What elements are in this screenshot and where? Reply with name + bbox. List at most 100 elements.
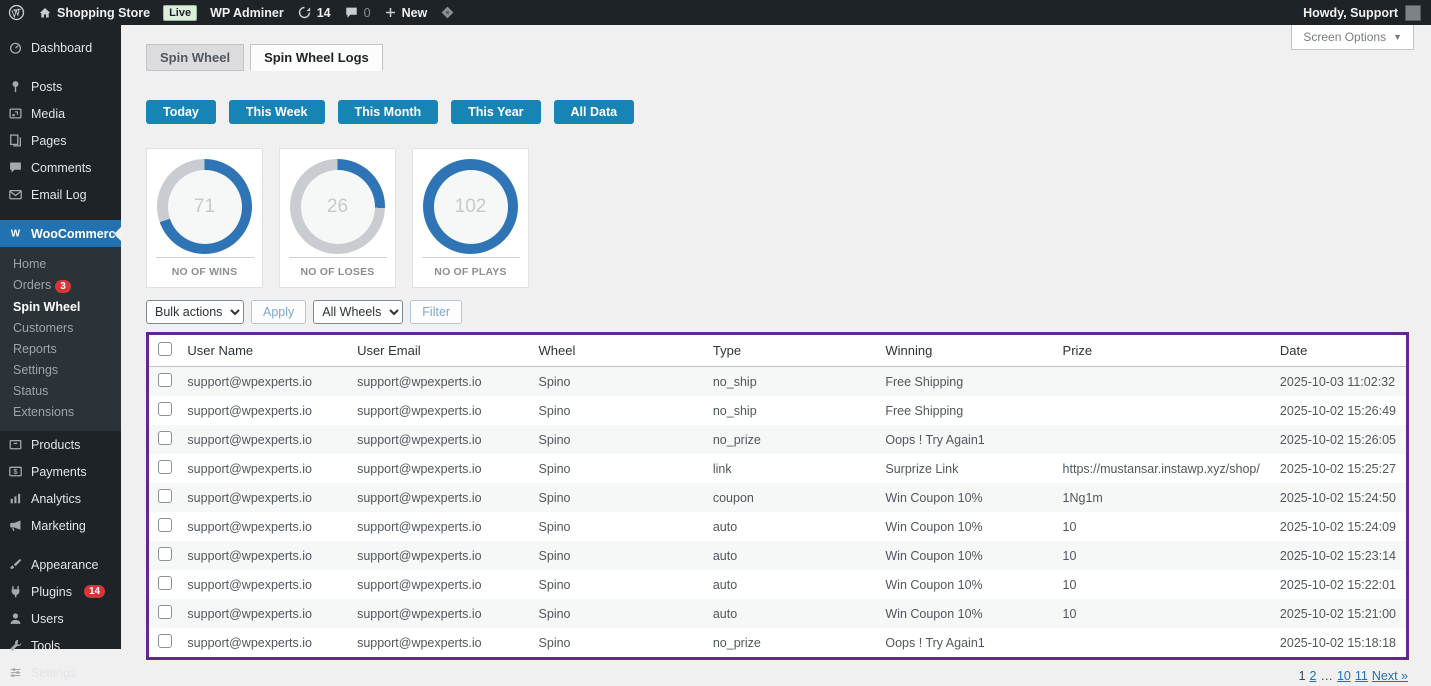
table-cell: 2025-10-02 15:26:05: [1270, 425, 1408, 454]
pages-icon: [8, 133, 23, 148]
stat-value: 71: [168, 170, 242, 244]
row-checkbox[interactable]: [158, 402, 172, 416]
avatar[interactable]: [1405, 5, 1421, 21]
filter-button-all-data[interactable]: All Data: [554, 100, 635, 124]
sidebar-item-settings[interactable]: Settings: [0, 659, 121, 686]
table-cell: [1053, 367, 1270, 397]
table-cell: support@wpexperts.io: [347, 483, 528, 512]
table-cell: support@wpexperts.io: [347, 367, 528, 397]
column-header-prize: Prize: [1053, 334, 1270, 367]
donut-chart: 102: [423, 159, 518, 254]
stat-value: 26: [301, 170, 375, 244]
new-content-link[interactable]: New: [384, 6, 428, 20]
submenu-item-status[interactable]: Status: [0, 381, 121, 402]
bar-chart-icon: [8, 491, 23, 506]
plugin-icon: [8, 584, 23, 599]
stat-label: NO OF PLAYS: [434, 266, 506, 278]
filter-button-this-week[interactable]: This Week: [229, 100, 325, 124]
wp-adminer-link[interactable]: WP Adminer: [210, 6, 284, 20]
table-cell: Win Coupon 10%: [875, 512, 1052, 541]
row-checkbox[interactable]: [158, 489, 172, 503]
row-checkbox[interactable]: [158, 518, 172, 532]
woocommerce-icon: W: [8, 226, 23, 241]
select-all-checkbox[interactable]: [158, 342, 172, 356]
filter-button-today[interactable]: Today: [146, 100, 216, 124]
table-cell: support@wpexperts.io: [347, 570, 528, 599]
page-link[interactable]: 2: [1310, 669, 1317, 683]
sidebar-item-label: WooCommerce: [31, 227, 122, 241]
submenu-item-home[interactable]: Home: [0, 254, 121, 275]
table-cell: support@wpexperts.io: [177, 512, 347, 541]
row-checkbox[interactable]: [158, 634, 172, 648]
howdy-link[interactable]: Howdy, Support: [1303, 6, 1398, 20]
sidebar-item-payments[interactable]: $Payments: [0, 458, 121, 485]
column-header-user-name: User Name: [177, 334, 347, 367]
sidebar-item-products[interactable]: Products: [0, 431, 121, 458]
page-link[interactable]: 10: [1337, 669, 1351, 683]
table-cell: Surprize Link: [875, 454, 1052, 483]
sidebar-item-tools[interactable]: Tools: [0, 632, 121, 659]
table-row: support@wpexperts.iosupport@wpexperts.io…: [148, 396, 1408, 425]
tab-spin-wheel-logs[interactable]: Spin Wheel Logs: [250, 44, 383, 71]
table-cell: no_ship: [703, 367, 876, 397]
table-row: support@wpexperts.iosupport@wpexperts.io…: [148, 599, 1408, 628]
home-icon: [38, 6, 52, 20]
page-link[interactable]: Next »: [1372, 669, 1408, 683]
filter-button-this-year[interactable]: This Year: [451, 100, 540, 124]
gem-icon[interactable]: [440, 5, 455, 20]
row-checkbox[interactable]: [158, 576, 172, 590]
table-cell: [1053, 396, 1270, 425]
tab-spin-wheel[interactable]: Spin Wheel: [146, 44, 244, 71]
apply-button[interactable]: Apply: [251, 300, 306, 324]
bulk-actions-select[interactable]: Bulk actions: [146, 300, 244, 324]
sidebar-item-media[interactable]: Media: [0, 100, 121, 127]
stat-card-no-of-plays: 102 NO OF PLAYS: [412, 148, 529, 288]
row-checkbox[interactable]: [158, 547, 172, 561]
submenu-item-extensions[interactable]: Extensions: [0, 402, 121, 423]
brush-icon: [8, 557, 23, 572]
submenu-item-settings[interactable]: Settings: [0, 360, 121, 381]
row-checkbox[interactable]: [158, 373, 172, 387]
sidebar-item-woocommerce[interactable]: W WooCommerce: [0, 220, 121, 247]
wordpress-logo-icon[interactable]: [8, 4, 25, 21]
submenu-item-spin-wheel[interactable]: Spin Wheel: [0, 297, 121, 318]
row-checkbox[interactable]: [158, 605, 172, 619]
table-cell: 2025-10-02 15:24:09: [1270, 512, 1408, 541]
table-cell: 10: [1053, 512, 1270, 541]
page-link[interactable]: 11: [1355, 669, 1368, 683]
sidebar-item-comments[interactable]: Comments: [0, 154, 121, 181]
sidebar-item-label: Payments: [31, 465, 87, 479]
submenu-item-reports[interactable]: Reports: [0, 339, 121, 360]
row-checkbox[interactable]: [158, 460, 172, 474]
pushpin-icon: [8, 79, 23, 94]
column-header-type: Type: [703, 334, 876, 367]
sidebar-item-label: Posts: [31, 80, 62, 94]
submenu-item-orders[interactable]: Orders3: [0, 275, 121, 297]
sidebar-item-analytics[interactable]: Analytics: [0, 485, 121, 512]
sidebar-item-appearance[interactable]: Appearance: [0, 551, 121, 578]
stat-card-no-of-wins: 71NO OF WINS: [146, 148, 263, 288]
table-cell: [1053, 628, 1270, 659]
table-cell: coupon: [703, 483, 876, 512]
wheels-filter-select[interactable]: All Wheels: [313, 300, 403, 324]
sidebar-item-email-log[interactable]: Email Log: [0, 181, 121, 208]
row-checkbox[interactable]: [158, 431, 172, 445]
sidebar-item-pages[interactable]: Pages: [0, 127, 121, 154]
sidebar-item-marketing[interactable]: Marketing: [0, 512, 121, 539]
filter-button[interactable]: Filter: [410, 300, 462, 324]
sidebar-item-label: Tools: [31, 639, 60, 653]
screen-options-label: Screen Options: [1303, 30, 1386, 44]
sidebar-item-dashboard[interactable]: Dashboard: [0, 34, 121, 61]
updates-link[interactable]: 14: [297, 5, 331, 20]
column-header-winning: Winning: [875, 334, 1052, 367]
sidebar-item-plugins[interactable]: Plugins14: [0, 578, 121, 605]
filter-button-this-month[interactable]: This Month: [338, 100, 439, 124]
sidebar-item-posts[interactable]: Posts: [0, 73, 121, 100]
sidebar-item-users[interactable]: Users: [0, 605, 121, 632]
site-name-link[interactable]: Shopping Store: [38, 6, 150, 20]
screen-options-button[interactable]: Screen Options ▼: [1291, 25, 1414, 50]
submenu-item-customers[interactable]: Customers: [0, 318, 121, 339]
column-header-date: Date: [1270, 334, 1408, 367]
table-cell: Spino: [529, 425, 703, 454]
comments-link[interactable]: 0: [344, 5, 371, 20]
